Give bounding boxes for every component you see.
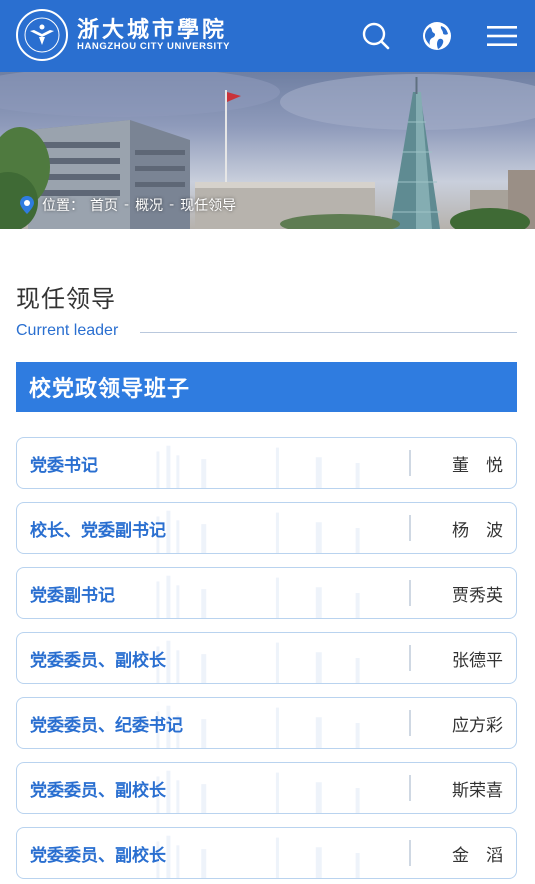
logo-title-zh[interactable]: 浙大城市學院 xyxy=(77,12,227,44)
leader-row[interactable]: 党委委员、副校长 斯荣喜 xyxy=(16,762,517,814)
emblem-icon xyxy=(24,17,60,53)
row-divider xyxy=(409,515,411,541)
breadcrumb-home-link[interactable]: 首页 xyxy=(90,195,118,215)
breadcrumb-separator: - xyxy=(169,197,175,213)
breadcrumb: 位置： 首页 - 概况 - 现任领导 xyxy=(18,194,236,216)
page-title: 现任领导 xyxy=(16,285,116,313)
leader-name: 斯荣喜 xyxy=(452,780,503,801)
university-emblem-logo[interactable] xyxy=(16,9,68,61)
section-title: 校党政领导班子 xyxy=(29,377,191,402)
leader-name: 应方彩 xyxy=(452,715,503,736)
leader-row[interactable]: 党委委员、副校长 张德平 xyxy=(16,632,517,684)
leader-role: 党委委员、纪委书记 xyxy=(30,715,183,736)
leader-name: 金 滔 xyxy=(452,845,503,866)
leader-row[interactable]: 校长、党委副书记 杨 波 xyxy=(16,502,517,554)
row-divider xyxy=(409,580,411,606)
breadcrumb-separator: - xyxy=(124,197,130,213)
breadcrumb-current[interactable]: 现任领导 xyxy=(180,195,236,215)
site-header: 浙大城市學院 HANGZHOU CITY UNIVERSITY xyxy=(0,0,535,72)
subtitle-divider xyxy=(140,332,517,333)
row-divider xyxy=(409,775,411,801)
logo-title-en[interactable]: HANGZHOU CITY UNIVERSITY xyxy=(77,41,230,52)
leader-role: 党委副书记 xyxy=(30,585,115,606)
leader-role: 党委书记 xyxy=(30,455,98,476)
leader-name: 董 悦 xyxy=(452,455,503,476)
search-button[interactable] xyxy=(358,18,394,54)
menu-button[interactable] xyxy=(484,18,520,54)
breadcrumb-prefix: 位置： xyxy=(42,198,84,214)
leader-row[interactable]: 党委副书记 贾秀英 xyxy=(16,567,517,619)
leader-role: 党委委员、副校长 xyxy=(30,650,166,671)
menu-icon xyxy=(487,26,517,46)
globe-icon xyxy=(423,22,451,50)
leader-row[interactable]: 党委委员、纪委书记 应方彩 xyxy=(16,697,517,749)
row-divider xyxy=(409,450,411,476)
leader-row[interactable]: 党委委员、副校长 金 滔 xyxy=(16,827,517,879)
language-button[interactable] xyxy=(419,18,455,54)
leader-name: 张德平 xyxy=(452,650,503,671)
row-divider xyxy=(409,645,411,671)
leader-role: 党委委员、副校长 xyxy=(30,845,166,866)
section-header: 校党政领导班子 xyxy=(16,362,517,412)
page-subtitle: Current leader xyxy=(16,322,119,339)
leader-role: 党委委员、副校长 xyxy=(30,780,166,801)
leader-row[interactable]: 党委书记 董 悦 xyxy=(16,437,517,489)
search-icon xyxy=(362,22,390,50)
row-divider xyxy=(409,840,411,866)
leader-name: 杨 波 xyxy=(452,520,503,541)
row-divider xyxy=(409,710,411,736)
location-pin-icon xyxy=(20,196,34,214)
leader-role: 校长、党委副书记 xyxy=(30,520,166,541)
leader-name: 贾秀英 xyxy=(452,585,503,606)
breadcrumb-overview-link[interactable]: 概况 xyxy=(135,195,163,215)
